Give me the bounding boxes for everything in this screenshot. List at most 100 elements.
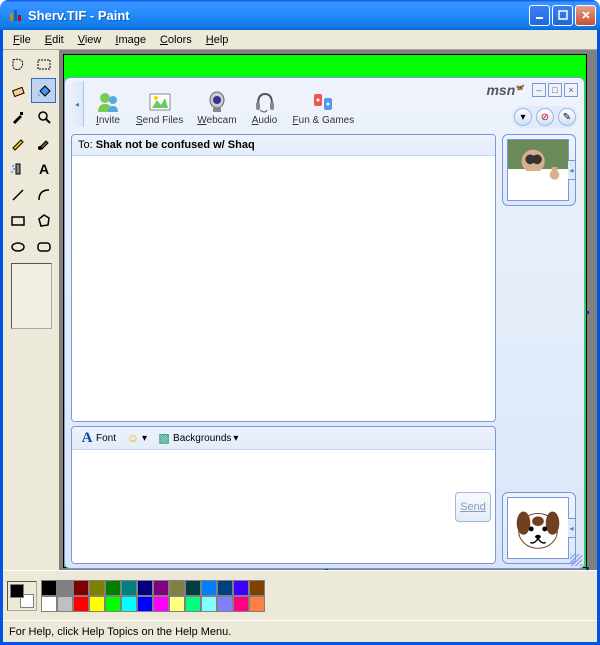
tool-options[interactable]	[11, 263, 52, 329]
titlebar: Sherv.TIF - Paint	[0, 0, 600, 30]
current-colors[interactable]	[7, 581, 37, 611]
msn-audio-button[interactable]: Audio	[245, 87, 285, 128]
msn-window: ◂ InviteSend FilesWebcamAudioFun & Games…	[64, 77, 585, 569]
color-swatch[interactable]	[153, 580, 169, 596]
color-swatch[interactable]	[233, 580, 249, 596]
msn-invite-button[interactable]: Invite	[88, 87, 128, 128]
msn-message-input[interactable]	[72, 450, 451, 563]
tool-picker[interactable]	[5, 104, 30, 129]
menu-view[interactable]: View	[72, 32, 108, 48]
msn-font-button[interactable]: A Font	[78, 430, 118, 446]
menu-bar: File Edit View Image Colors Help	[3, 30, 597, 50]
msn-toolbar: ◂ InviteSend FilesWebcamAudioFun & Games…	[65, 78, 584, 130]
color-swatch[interactable]	[121, 580, 137, 596]
color-swatch[interactable]	[153, 596, 169, 612]
toolbox: A	[3, 50, 59, 570]
tool-eraser[interactable]	[5, 78, 30, 103]
color-swatch[interactable]	[121, 596, 137, 612]
tool-pencil[interactable]	[5, 130, 30, 155]
color-swatch[interactable]	[249, 596, 265, 612]
color-swatch[interactable]	[185, 580, 201, 596]
buddy-icon	[94, 89, 122, 115]
color-swatch[interactable]	[57, 596, 73, 612]
color-swatch[interactable]	[105, 580, 121, 596]
msn-collapse-handle[interactable]: ◂	[71, 81, 84, 127]
msn-message-area[interactable]	[72, 156, 495, 421]
color-swatch[interactable]	[137, 596, 153, 612]
color-swatch[interactable]	[73, 596, 89, 612]
menu-help[interactable]: Help	[200, 32, 235, 48]
tool-curve[interactable]	[31, 182, 56, 207]
resize-handle-br[interactable]	[586, 567, 589, 570]
msn-emoticon-button[interactable]: ☺ ▾	[124, 430, 149, 446]
tool-rectangle[interactable]	[5, 208, 30, 233]
tool-magnifier[interactable]	[31, 104, 56, 129]
menu-colors[interactable]: Colors	[154, 32, 198, 48]
color-swatch[interactable]	[169, 596, 185, 612]
color-swatch[interactable]	[217, 596, 233, 612]
canvas-scroll-area[interactable]: ◂ InviteSend FilesWebcamAudioFun & Games…	[59, 50, 597, 570]
maximize-button[interactable]	[552, 5, 573, 26]
tool-ellipse[interactable]	[5, 234, 30, 259]
color-swatch[interactable]	[169, 580, 185, 596]
msn-self-avatar-collapse[interactable]: ◂	[568, 518, 576, 538]
msn-maximize-button[interactable]: □	[548, 83, 562, 97]
msn-self-avatar[interactable]	[507, 497, 569, 559]
webcam-icon	[203, 89, 231, 115]
color-swatch[interactable]	[249, 580, 265, 596]
color-swatch[interactable]	[217, 580, 233, 596]
msn-dropdown-button[interactable]: ▾	[514, 108, 532, 126]
menu-image[interactable]: Image	[109, 32, 152, 48]
msn-block-button[interactable]: ⊘	[536, 108, 554, 126]
tool-line[interactable]	[5, 182, 30, 207]
color-swatch[interactable]	[201, 580, 217, 596]
color-swatch[interactable]	[137, 580, 153, 596]
svg-text:A: A	[39, 161, 49, 177]
menu-file[interactable]: File	[7, 32, 37, 48]
status-text: For Help, click Help Topics on the Help …	[9, 626, 231, 638]
color-palette-row	[3, 570, 597, 620]
tool-text[interactable]: A	[31, 156, 56, 181]
msn-color-button[interactable]: ✎	[558, 108, 576, 126]
paint-app-icon	[8, 7, 24, 23]
color-swatch[interactable]	[185, 596, 201, 612]
msn-send-files-button[interactable]: Send Files	[130, 87, 189, 128]
tool-rect-select[interactable]	[31, 52, 56, 77]
color-swatch[interactable]	[41, 580, 57, 596]
minimize-button[interactable]	[529, 5, 550, 26]
close-button[interactable]	[575, 5, 596, 26]
msn-fun-games-button[interactable]: Fun & Games	[287, 87, 361, 128]
color-swatch[interactable]	[89, 596, 105, 612]
color-swatch[interactable]	[73, 580, 89, 596]
tool-rounded-rect[interactable]	[31, 234, 56, 259]
color-swatch[interactable]	[41, 596, 57, 612]
menu-edit[interactable]: Edit	[39, 32, 70, 48]
msn-send-button[interactable]: Send	[455, 492, 491, 522]
color-swatch[interactable]	[105, 596, 121, 612]
msn-webcam-button[interactable]: Webcam	[191, 87, 242, 128]
tool-fill[interactable]	[31, 78, 56, 103]
msn-backgrounds-button[interactable]: ▧ Backgrounds ▾	[155, 430, 240, 446]
color-swatch[interactable]	[201, 596, 217, 612]
msn-minimize-button[interactable]: –	[532, 83, 546, 97]
canvas[interactable]: ◂ InviteSend FilesWebcamAudioFun & Games…	[63, 54, 587, 568]
tool-polygon[interactable]	[31, 208, 56, 233]
color-swatch[interactable]	[57, 580, 73, 596]
msn-conversation-panel: To: Shak not be confused w/ Shaq	[71, 134, 496, 422]
msn-to-header: To: Shak not be confused w/ Shaq	[72, 135, 495, 156]
resize-handle-mr[interactable]	[586, 311, 589, 314]
msn-close-button[interactable]: ×	[564, 83, 578, 97]
tool-free-select[interactable]	[5, 52, 30, 77]
msn-contact-avatar-box: ◂	[502, 134, 576, 206]
picture-icon	[146, 89, 174, 115]
games-icon	[309, 89, 337, 115]
headset-icon	[251, 89, 279, 115]
msn-resize-grip[interactable]	[570, 554, 582, 566]
msn-avatar-collapse[interactable]: ◂	[568, 160, 576, 180]
tool-brush[interactable]	[31, 130, 56, 155]
color-swatch[interactable]	[233, 596, 249, 612]
msn-contact-avatar[interactable]	[507, 139, 569, 201]
color-swatch[interactable]	[89, 580, 105, 596]
window-title: Sherv.TIF - Paint	[28, 8, 529, 23]
tool-airbrush[interactable]	[5, 156, 30, 181]
